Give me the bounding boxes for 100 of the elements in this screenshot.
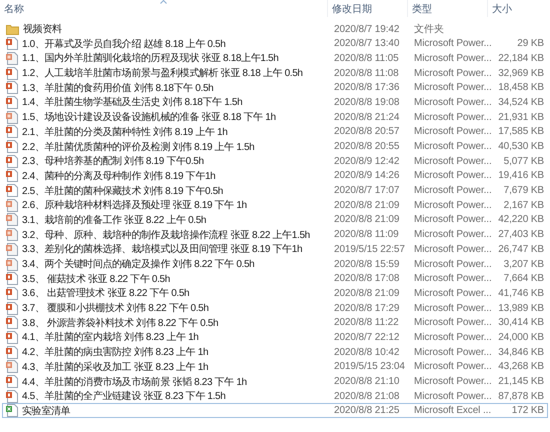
slides-file-icon: [6, 272, 18, 286]
file-name: 2.4、菌种的分离及母种制作 刘伟 8.19 下午1h: [22, 170, 216, 183]
folder-icon: [6, 24, 19, 34]
file-type: Microsoft Power...: [413, 332, 491, 343]
file-size: 13,989 KB: [497, 302, 545, 314]
slides-file-icon: [6, 125, 18, 138]
modified-date: 2020/8/8 17:29: [333, 302, 400, 314]
modified-date: 2020/8/8 20:57: [333, 126, 400, 138]
modified-date: 2020/8/8 19:08: [333, 96, 400, 108]
slides-file-icon: [6, 52, 18, 65]
file-type: Microsoft Power...: [413, 112, 491, 123]
file-type: Microsoft Power...: [413, 302, 491, 314]
file-row[interactable]: 2.2、羊肚菌优质菌种的评价及检测 刘伟 8.19 上午 1.5h 2020/8/8 20:55 Microsoft Power... 40,530 KB: [2, 138, 548, 154]
file-row[interactable]: 3.2、母种、原种、栽培种的制作及栽培操作流程 张亚 8.22 上午1.5h 2020/8/8 11:09 Microsoft Power... 27,403 KB: [2, 226, 548, 242]
file-row[interactable]: 2.5、羊肚菌的菌种保藏技术 刘伟 8.19 下午0.5h 2020/8/7 17:07 Microsoft Power... 7,679 KB: [2, 182, 548, 198]
slides-file-icon: [6, 375, 18, 388]
file-type: Microsoft Power...: [413, 185, 491, 196]
file-type: Microsoft Power...: [413, 200, 491, 211]
file-name: 4.1、羊肚菌的室内栽培 刘伟 8.23 上午 1h: [22, 330, 199, 344]
file-row[interactable]: 1.3、羊肚菌的食药用价值 刘伟 8.18下午 0.5h 2020/8/8 17:36 Microsoft Power... 18,458 KB: [2, 80, 548, 94]
file-row[interactable]: 实验室清单 2020/8/8 21:25 Microsoft Excel ... 172 KB: [2, 402, 548, 418]
file-row[interactable]: 3.3、差别化的菌株选择、栽培模式以及田间管理 张亚 8.19 下午1h 2019/5/15 22:57 Microsoft Power... 26,747 KB: [2, 241, 548, 256]
file-size: 7,664 KB: [502, 273, 545, 284]
file-type: Microsoft Power...: [413, 82, 491, 94]
modified-date: 2020/8/7 17:07: [333, 185, 400, 196]
file-size: 21,145 KB: [497, 376, 545, 387]
file-type: Microsoft Excel ...: [413, 405, 491, 416]
file-row[interactable]: 3.6、 出菇管理技术 张亚 8.22 下午 0.5h 2020/8/8 21:09 Microsoft Power... 41,746 KB: [2, 285, 548, 300]
file-row[interactable]: 3.4、两个关键时间点的确定及操作 刘伟 8.22 下午 0.5h 2020/8/8 15:59 Microsoft Power... 3,207 KB: [2, 256, 548, 271]
slides-file-icon: [6, 110, 18, 124]
file-type: Microsoft Power...: [413, 38, 491, 50]
file-type: 文件夹: [413, 22, 445, 36]
file-row[interactable]: 4.4、羊肚菌的消费市场及市场前景 张韬 8.23 下午 1h 2020/8/8 21:10 Microsoft Power... 21,145 KB: [2, 374, 548, 388]
modified-date: 2020/8/8 20:55: [333, 141, 400, 152]
file-row[interactable]: 1.4、羊肚菌生物学基础及生活史 刘伟 8.18下午 1.5h 2020/8/8 19:08 Microsoft Power... 34,524 KB: [2, 94, 548, 110]
file-row[interactable]: 视频资料 2020/8/7 19:42 文件夹: [2, 21, 548, 36]
file-type: Microsoft Power...: [413, 229, 491, 240]
column-header[interactable]: 修改日期: [328, 0, 408, 17]
file-row[interactable]: 2.6、原种栽培种材料选择及预处理 张亚 8.19 下午 1h 2020/8/8 21:09 Microsoft Power... 2,167 KB: [2, 197, 548, 212]
file-name: 4.2、羊肚菌的病虫害防控 刘伟 8.23 上午 1h: [22, 346, 208, 360]
file-row[interactable]: 2.4、菌种的分离及母种制作 刘伟 8.19 下午1h 2020/8/9 14:26 Microsoft Power... 19,416 KB: [2, 168, 548, 183]
file-name: 3.4、两个关键时间点的确定及操作 刘伟 8.22 下午 0.5h: [22, 258, 254, 271]
slides-file-icon: [6, 66, 18, 80]
slides-file-icon: [6, 390, 18, 403]
file-name: 2.2、羊肚菌优质菌种的评价及检测 刘伟 8.19 上午 1.5h: [22, 140, 254, 154]
modified-date: 2020/8/8 21:24: [333, 112, 400, 123]
modified-date: 2020/8/8 17:36: [333, 82, 400, 94]
file-row[interactable]: 3.7、 覆膜和小拱棚技术 刘伟 8.22 下午 0.5h 2020/8/8 17:29 Microsoft Power... 13,989 KB: [2, 300, 548, 315]
modified-date: 2020/8/7 22:12: [333, 332, 400, 343]
file-type: Microsoft Power...: [413, 376, 491, 387]
modified-date: 2020/8/8 11:09: [333, 229, 400, 240]
slides-file-icon: [6, 302, 18, 315]
column-header[interactable]: 名称: [0, 0, 328, 17]
file-row[interactable]: 4.1、羊肚菌的室内栽培 刘伟 8.23 上午 1h 2020/8/7 22:12 Microsoft Power... 24,000 KB: [2, 329, 548, 344]
slides-file-icon: [6, 81, 18, 94]
file-row[interactable]: 4.2、羊肚菌的病虫害防控 刘伟 8.23 上午 1h 2020/8/8 10:42 Microsoft Power... 34,846 KB: [2, 344, 548, 359]
modified-date: 2020/8/8 21:25: [333, 405, 400, 416]
file-size: 32,969 KB: [497, 68, 545, 79]
slides-file-icon: [6, 154, 18, 168]
file-row[interactable]: 4.3、羊肚菌的采收及加工 张亚 8.23 上午 1h 2019/5/15 23:04 Microsoft Power... 43,268 KB: [2, 358, 548, 374]
file-row[interactable]: 2.3、母种培养基的配制 刘伟 8.19 下午0.5h 2020/8/9 12:42 Microsoft Power... 5,077 KB: [2, 153, 548, 168]
file-row[interactable]: 1.0、开幕式及学员自我介绍 赵雄 8.18 上午 0.5h 2020/8/7 13:40 Microsoft Power... 29 KB: [2, 36, 548, 50]
file-row[interactable]: 1.5、场地设计建设及设备设施机械的准备 张亚 8.18 下午 1h 2020/8/8 21:24 Microsoft Power... 21,931 KB: [2, 109, 548, 124]
file-name: 1.4、羊肚菌生物学基础及生活史 刘伟 8.18下午 1.5h: [22, 96, 242, 110]
file-name: 4.4、羊肚菌的消费市场及市场前景 张韬 8.23 下午 1h: [22, 376, 247, 388]
file-type: Microsoft Power...: [413, 156, 491, 167]
slides-file-icon: [6, 228, 18, 242]
file-type: Microsoft Power...: [413, 126, 491, 138]
file-size: 2,167 KB: [502, 200, 545, 211]
slides-file-icon: [6, 96, 18, 109]
file-type: Microsoft Power...: [413, 170, 491, 182]
file-size: 43,268 KB: [497, 361, 545, 372]
slides-file-icon: [6, 37, 18, 50]
file-name: 2.6、原种栽培种材料选择及预处理 张亚 8.19 下午 1h: [22, 198, 247, 212]
file-size: 24,000 KB: [497, 332, 545, 343]
file-size: 3,207 KB: [502, 258, 545, 270]
file-row[interactable]: 3.5、 催菇技术 张亚 8.22 下午 0.5h 2020/8/8 17:08 Microsoft Power... 7,664 KB: [2, 270, 548, 286]
file-name: 2.1、羊肚菌的分类及菌种特性 刘伟 8.19 上午 1h: [22, 126, 228, 139]
file-size: 42,220 KB: [497, 214, 545, 226]
file-name: 1.2、人工栽培羊肚菌市场前景与盈利模式解析 张亚 8.18 上午 0.5h: [22, 66, 303, 80]
spreadsheet-file-icon: [6, 404, 18, 418]
file-name: 3.6、 出菇管理技术 张亚 8.22 下午 0.5h: [22, 286, 190, 300]
file-name: 2.5、羊肚菌的菌种保藏技术 刘伟 8.19 下午0.5h: [22, 184, 224, 198]
file-size: 40,530 KB: [497, 141, 545, 152]
file-row[interactable]: 1.2、人工栽培羊肚菌市场前景与盈利模式解析 张亚 8.18 上午 0.5h 2020/8/8 11:08 Microsoft Power... 32,969 KB: [2, 65, 548, 80]
column-header[interactable]: 大小: [488, 0, 544, 17]
file-name: 1.0、开幕式及学员自我介绍 赵雄 8.18 上午 0.5h: [22, 38, 226, 51]
file-size: 27,403 KB: [497, 229, 545, 240]
file-row[interactable]: 2.1、羊肚菌的分类及菌种特性 刘伟 8.19 上午 1h 2020/8/8 20:57 Microsoft Power... 17,585 KB: [2, 124, 548, 138]
file-size: 18,458 KB: [497, 82, 545, 94]
file-row[interactable]: 4.5、羊肚菌的全产业链建设 张亚 8.23 下午 1.5h 2020/8/8 21:08 Microsoft Power... 87,878 KB: [2, 388, 548, 403]
column-header[interactable]: 类型: [408, 0, 488, 17]
file-size: 26,747 KB: [497, 244, 545, 255]
file-row[interactable]: 3.1、栽培前的准备工作 张亚 8.22 上午 0.5h 2020/8/8 21:09 Microsoft Power... 42,220 KB: [2, 212, 548, 227]
modified-date: 2020/8/8 21:09: [333, 200, 400, 211]
file-type: Microsoft Power...: [413, 288, 491, 299]
file-name: 实验室清单: [22, 404, 70, 418]
file-row[interactable]: 1.1、国内外羊肚菌驯化栽培的历程及现状 张亚 8.18上午1.5h 2020/8/8 11:05 Microsoft Power... 22,184 KB: [2, 50, 548, 66]
file-row[interactable]: 3.8、 外源营养袋补料技术 刘伟 8.22 下午 0.5h 2020/8/8 11:22 Microsoft Power... 30,414 KB: [2, 314, 548, 330]
slides-file-icon: [6, 330, 18, 344]
